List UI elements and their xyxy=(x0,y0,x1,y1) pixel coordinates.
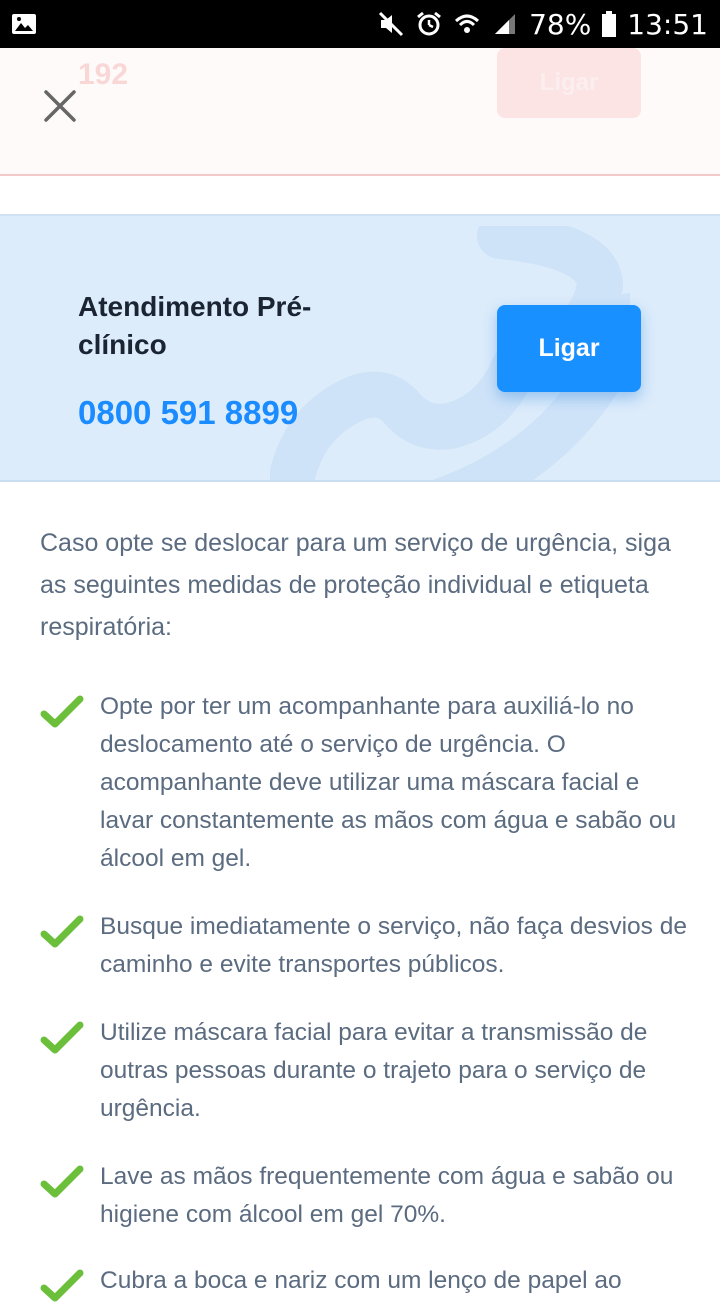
emergency-card: 192 Ligar xyxy=(0,48,720,176)
checkmark-icon xyxy=(40,1021,84,1054)
call-button[interactable]: Ligar xyxy=(497,305,641,392)
battery-icon xyxy=(602,11,617,37)
gallery-notification-icon xyxy=(12,14,36,34)
close-icon[interactable] xyxy=(40,86,80,126)
emergency-call-button[interactable]: Ligar xyxy=(497,48,641,118)
mute-icon xyxy=(379,11,404,37)
alarm-icon xyxy=(417,11,441,36)
list-item-text: Cubra a boca e nariz com um lenço de pap… xyxy=(100,1267,622,1294)
list-item-text: Lave as mãos frequentemente com água e s… xyxy=(100,1163,674,1228)
list-item-text: Busque imediatamente o serviço, não faça… xyxy=(100,913,687,978)
list-item-text: Opte por ter um acompanhante para auxili… xyxy=(100,693,677,872)
preclinic-phone-number[interactable]: 0800 591 8899 xyxy=(78,394,298,432)
checkmark-icon xyxy=(40,1165,84,1198)
checkmark-icon xyxy=(40,1269,84,1302)
preclinic-title: Atendimento Pré-clínico xyxy=(78,291,312,360)
battery-percentage: 78% xyxy=(529,7,592,41)
checkmark-icon xyxy=(40,695,84,728)
preclinic-card: Atendimento Pré-clínico 0800 591 8899 Li… xyxy=(0,216,720,482)
intro-text: Caso opte se deslocar para um serviço de… xyxy=(40,529,671,641)
wifi-icon xyxy=(455,14,480,33)
signal-icon xyxy=(495,14,516,34)
list-item-text: Utilize máscara facial para evitar a tra… xyxy=(100,1019,648,1122)
emergency-number: 192 xyxy=(78,58,129,91)
status-bar: 78% 13:51 xyxy=(0,0,720,48)
checkmark-icon xyxy=(40,915,84,948)
clock: 13:51 xyxy=(627,7,708,41)
